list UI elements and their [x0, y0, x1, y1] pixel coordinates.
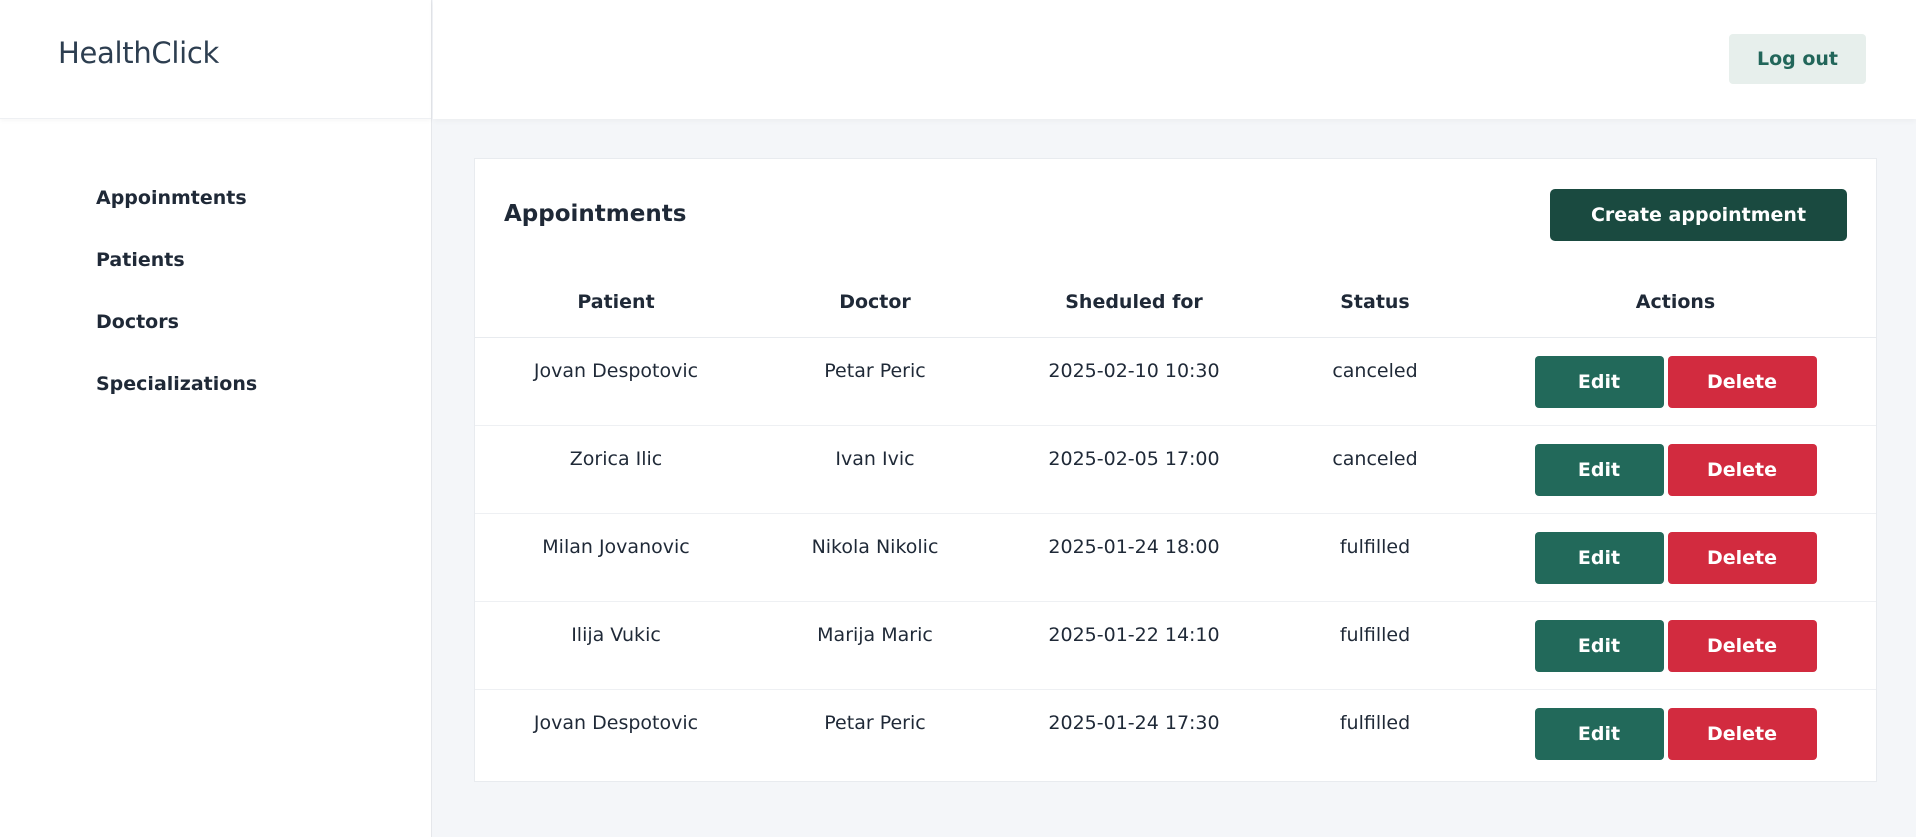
sidebar-nav: Appoinmtents Patients Doctors Specializa… — [96, 180, 257, 428]
status-cell: canceled — [1275, 425, 1475, 514]
brand-bar: HealthClick — [0, 0, 431, 119]
sidebar-item-appointments[interactable]: Appoinmtents — [96, 180, 257, 242]
delete-button[interactable]: Delete — [1667, 532, 1817, 584]
column-header-patient: Patient — [475, 267, 757, 338]
scheduled-cell: 2025-02-10 10:30 — [993, 337, 1275, 426]
delete-button[interactable]: Delete — [1667, 444, 1817, 496]
column-header-status: Status — [1275, 267, 1475, 338]
table-row: Jovan Despotovic Petar Peric 2025-02-10 … — [475, 337, 1876, 426]
status-cell: fulfilled — [1275, 513, 1475, 602]
sidebar-item-doctors[interactable]: Doctors — [96, 304, 257, 366]
sidebar-item-patients[interactable]: Patients — [96, 242, 257, 304]
status-cell: fulfilled — [1275, 601, 1475, 690]
edit-button[interactable]: Edit — [1534, 444, 1664, 496]
column-header-scheduled: Sheduled for — [993, 267, 1275, 338]
scheduled-cell: 2025-01-24 17:30 — [1048, 712, 1220, 734]
sidebar-item-specializations[interactable]: Specializations — [96, 366, 257, 428]
actions-cell: Edit Delete — [1475, 425, 1876, 514]
brand-logo[interactable]: HealthClick — [58, 36, 219, 70]
delete-button[interactable]: Delete — [1667, 620, 1817, 672]
top-bar: Log out — [433, 0, 1916, 119]
doctor-cell: Petar Peric — [824, 712, 926, 734]
appointments-card: Appointments Create appointment Patient … — [474, 158, 1877, 782]
table-row: Jovan Despotovic Petar Peric 2025-01-24 … — [475, 690, 1876, 778]
edit-button[interactable]: Edit — [1534, 356, 1664, 408]
scheduled-cell: 2025-01-24 18:00 — [993, 513, 1275, 602]
doctor-cell: Petar Peric — [757, 337, 993, 426]
status-cell: canceled — [1275, 337, 1475, 426]
delete-button[interactable]: Delete — [1667, 708, 1817, 760]
table-row: Milan Jovanovic Nikola Nikolic 2025-01-2… — [475, 513, 1876, 602]
create-appointment-button[interactable]: Create appointment — [1550, 189, 1847, 241]
actions-cell: Edit Delete — [1475, 337, 1876, 426]
actions-cell: Edit Delete — [1475, 690, 1876, 778]
edit-button[interactable]: Edit — [1534, 708, 1664, 760]
logout-button[interactable]: Log out — [1729, 34, 1866, 84]
doctor-cell: Ivan Ivic — [757, 425, 993, 514]
status-cell: fulfilled — [1339, 712, 1411, 734]
column-header-actions: Actions — [1475, 267, 1876, 338]
page-title: Appointments — [504, 201, 687, 227]
table-row: Ilija Vukic Marija Maric 2025-01-22 14:1… — [475, 601, 1876, 690]
delete-button[interactable]: Delete — [1667, 356, 1817, 408]
patient-cell: Jovan Despotovic — [475, 337, 757, 426]
edit-button[interactable]: Edit — [1534, 620, 1664, 672]
actions-cell: Edit Delete — [1475, 601, 1876, 690]
sidebar: HealthClick Appoinmtents Patients Doctor… — [0, 0, 432, 837]
actions-cell: Edit Delete — [1475, 513, 1876, 602]
scheduled-cell: 2025-01-22 14:10 — [993, 601, 1275, 690]
scheduled-cell: 2025-02-05 17:00 — [993, 425, 1275, 514]
table-header: Patient Doctor Sheduled for Status Actio… — [475, 267, 1876, 338]
patient-cell: Jovan Despotovic — [533, 712, 699, 734]
appointments-table: Patient Doctor Sheduled for Status Actio… — [475, 267, 1876, 778]
column-header-doctor: Doctor — [757, 267, 993, 338]
edit-button[interactable]: Edit — [1534, 532, 1664, 584]
doctor-cell: Nikola Nikolic — [757, 513, 993, 602]
doctor-cell: Marija Maric — [757, 601, 993, 690]
patient-cell: Ilija Vukic — [475, 601, 757, 690]
patient-cell: Zorica Ilic — [475, 425, 757, 514]
table-row: Zorica Ilic Ivan Ivic 2025-02-05 17:00 c… — [475, 425, 1876, 514]
patient-cell: Milan Jovanovic — [475, 513, 757, 602]
